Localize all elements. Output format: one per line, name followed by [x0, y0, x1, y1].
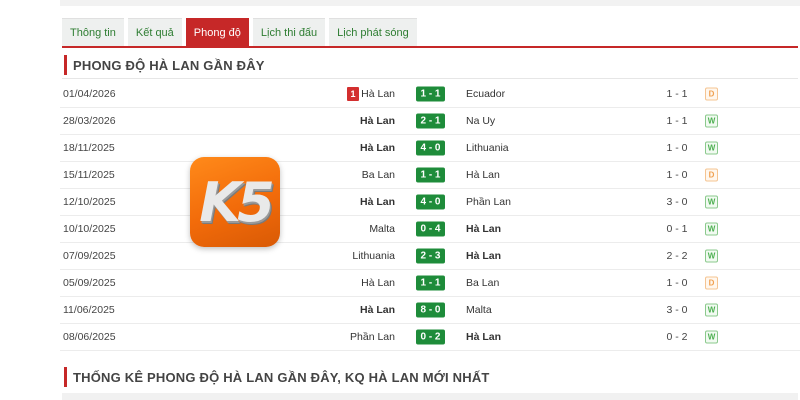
- away-team[interactable]: Ba Lan: [466, 277, 499, 289]
- score-badge[interactable]: 8 - 0: [416, 302, 445, 318]
- tab-underline: [62, 46, 798, 48]
- score-badge[interactable]: 1 - 1: [416, 86, 445, 102]
- match-row[interactable]: 28/03/2026 Hà Lan 2 - 1 Na Uy 1 - 1 W: [60, 108, 800, 135]
- home-team[interactable]: Malta: [369, 223, 395, 235]
- top-bar: [60, 0, 800, 6]
- match-date: 07/09/2025: [63, 250, 116, 262]
- table-header-strip: [62, 393, 798, 400]
- result-icon: D: [705, 276, 718, 290]
- match-date: 05/09/2025: [63, 277, 116, 289]
- half-time-score: 3 - 0: [666, 304, 688, 316]
- away-team[interactable]: Phần Lan: [466, 196, 511, 208]
- away-team[interactable]: Hà Lan: [466, 223, 501, 235]
- match-date: 15/11/2025: [63, 169, 115, 181]
- match-row[interactable]: 15/11/2025 Ba Lan 1 - 1 Hà Lan 1 - 0 D: [60, 162, 800, 189]
- tab-thong-tin[interactable]: Thông tin: [62, 18, 124, 47]
- score-badge[interactable]: 2 - 1: [416, 113, 445, 129]
- match-date: 12/10/2025: [63, 196, 116, 208]
- score-badge[interactable]: 1 - 1: [416, 275, 445, 291]
- away-team[interactable]: Hà Lan: [466, 331, 501, 343]
- match-list: 01/04/2026 1 Hà Lan 1 - 1 Ecuador 1 - 1 D 28/03…: [60, 81, 800, 351]
- away-team[interactable]: Na Uy: [466, 115, 495, 127]
- home-team[interactable]: Hà Lan: [360, 196, 395, 208]
- result-icon: W: [705, 114, 718, 128]
- score-badge[interactable]: 2 - 3: [416, 248, 445, 264]
- match-date: 18/11/2025: [63, 142, 115, 154]
- away-team[interactable]: Hà Lan: [466, 250, 501, 262]
- red-card-icon: 1: [347, 87, 359, 101]
- match-row[interactable]: 05/09/2025 Hà Lan 1 - 1 Ba Lan 1 - 0 D: [60, 270, 800, 297]
- half-time-score: 2 - 2: [666, 250, 688, 262]
- result-icon: D: [705, 168, 718, 182]
- home-team[interactable]: Hà Lan: [360, 304, 395, 316]
- match-date: 08/06/2025: [63, 331, 116, 343]
- away-team[interactable]: Lithuania: [466, 142, 509, 154]
- match-date: 11/06/2025: [63, 304, 115, 316]
- score-badge[interactable]: 4 - 0: [416, 194, 445, 210]
- home-team[interactable]: Ba Lan: [362, 169, 395, 181]
- half-time-score: 0 - 1: [666, 223, 688, 235]
- tab-ket-qua[interactable]: Kết quả: [127, 18, 182, 47]
- home-team[interactable]: Hà Lan: [360, 142, 395, 154]
- tab-phong-do[interactable]: Phong độ: [185, 18, 249, 47]
- away-team[interactable]: Ecuador: [466, 88, 505, 100]
- half-time-score: 3 - 0: [666, 196, 688, 208]
- section-title: PHONG ĐỘ HÀ LAN GẦN ĐÂY: [64, 55, 265, 75]
- result-icon: D: [705, 87, 718, 101]
- match-date: 28/03/2026: [63, 115, 116, 127]
- score-badge[interactable]: 0 - 4: [416, 221, 445, 237]
- tab-lich-thi-dau[interactable]: Lịch thi đấu: [252, 18, 326, 47]
- score-badge[interactable]: 1 - 1: [416, 167, 445, 183]
- home-team[interactable]: Lithuania: [352, 250, 395, 262]
- result-icon: W: [705, 195, 718, 209]
- away-team[interactable]: Malta: [466, 304, 492, 316]
- match-row[interactable]: 10/10/2025 Malta 0 - 4 Hà Lan 0 - 1 W: [60, 216, 800, 243]
- tab-lich-phat-song[interactable]: Lịch phát sóng: [329, 18, 417, 47]
- half-time-score: 0 - 2: [666, 331, 688, 343]
- result-icon: W: [705, 141, 718, 155]
- home-team[interactable]: Hà Lan: [360, 115, 395, 127]
- match-row[interactable]: 01/04/2026 1 Hà Lan 1 - 1 Ecuador 1 - 1 D: [60, 81, 800, 108]
- match-date: 01/04/2026: [63, 88, 116, 100]
- match-row[interactable]: 18/11/2025 Hà Lan 4 - 0 Lithuania 1 - 0 W: [60, 135, 800, 162]
- result-icon: W: [705, 249, 718, 263]
- match-date: 10/10/2025: [63, 223, 116, 235]
- home-team[interactable]: Phần Lan: [350, 331, 395, 343]
- half-time-score: 1 - 1: [666, 88, 688, 100]
- k5-logo: K5: [190, 157, 280, 247]
- home-team[interactable]: Hà Lan: [361, 277, 395, 289]
- score-badge[interactable]: 4 - 0: [416, 140, 445, 156]
- divider: [62, 78, 798, 79]
- match-row[interactable]: 07/09/2025 Lithuania 2 - 3 Hà Lan 2 - 2 W: [60, 243, 800, 270]
- match-row[interactable]: 08/06/2025 Phần Lan 0 - 2 Hà Lan 0 - 2 W: [60, 324, 800, 351]
- section-title-stats: THỐNG KÊ PHONG ĐỘ HÀ LAN GẦN ĐÂY, KQ HÀ …: [64, 367, 490, 387]
- half-time-score: 1 - 0: [666, 169, 688, 181]
- result-icon: W: [705, 303, 718, 317]
- match-row[interactable]: 11/06/2025 Hà Lan 8 - 0 Malta 3 - 0 W: [60, 297, 800, 324]
- logo-text: K5: [199, 170, 274, 234]
- result-icon: W: [705, 222, 718, 236]
- half-time-score: 1 - 0: [666, 277, 688, 289]
- result-icon: W: [705, 330, 718, 344]
- tab-bar: Thông tin Kết quả Phong độ Lịch thi đấu …: [62, 18, 417, 47]
- home-team[interactable]: Hà Lan: [361, 88, 395, 100]
- match-row[interactable]: 12/10/2025 Hà Lan 4 - 0 Phần Lan 3 - 0 W: [60, 189, 800, 216]
- away-team[interactable]: Hà Lan: [466, 169, 500, 181]
- score-badge[interactable]: 0 - 2: [416, 329, 445, 345]
- half-time-score: 1 - 0: [666, 142, 688, 154]
- half-time-score: 1 - 1: [666, 115, 688, 127]
